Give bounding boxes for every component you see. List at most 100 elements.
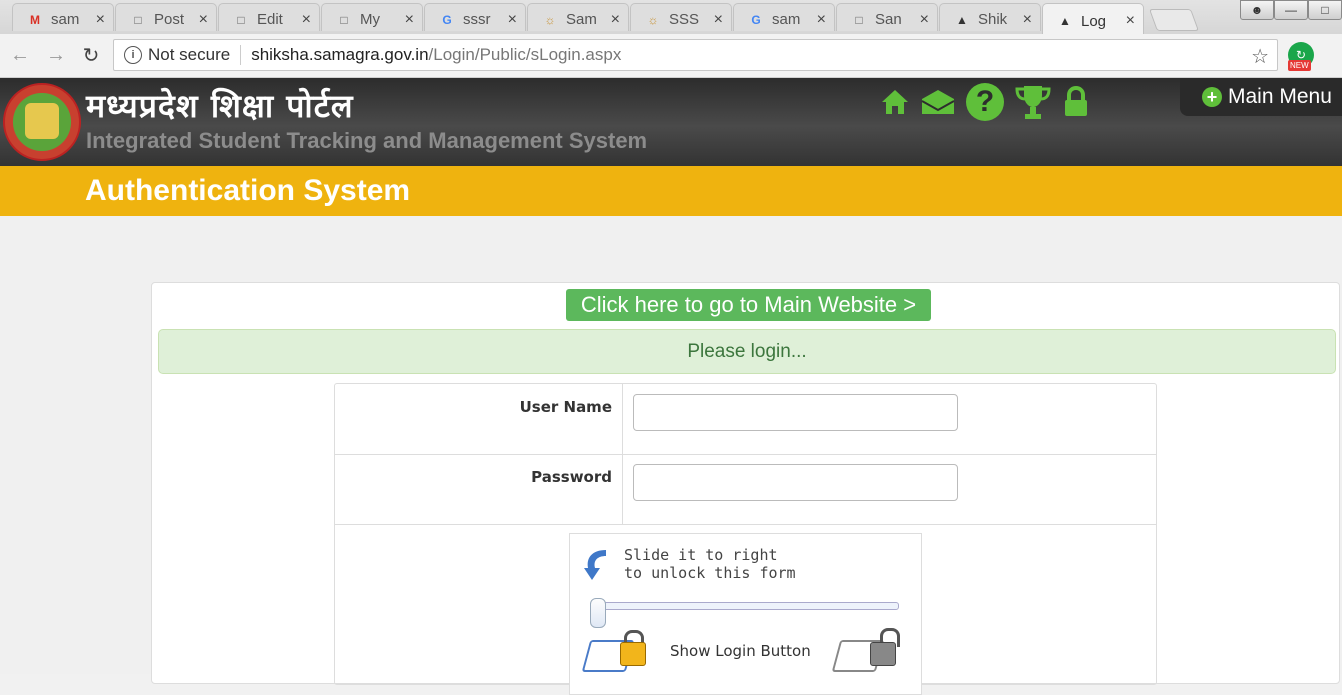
- browser-tab[interactable]: Gsam ×: [733, 3, 835, 31]
- security-label: Not secure: [148, 45, 231, 64]
- browser-tab[interactable]: □ San ×: [836, 3, 938, 31]
- username-input[interactable]: [633, 394, 958, 431]
- browser-tab[interactable]: □ Post ×: [115, 3, 217, 31]
- minimize-button[interactable]: —: [1274, 0, 1308, 20]
- mp-emblem-logo: [3, 83, 81, 161]
- tab-label: Log: [1081, 12, 1107, 30]
- login-panel: Click here to go to Main Website > Pleas…: [151, 282, 1340, 695]
- unlocked-form-icon: [831, 628, 900, 672]
- slide-to-unlock: Slide it to right to unlock this form Sh…: [569, 533, 922, 695]
- close-icon[interactable]: ×: [508, 11, 517, 29]
- login-alert: Please login...: [158, 329, 1336, 374]
- slider-line-2: to unlock this form: [624, 564, 796, 582]
- slider-instructions: Slide it to right to unlock this form: [624, 546, 796, 582]
- address-bar[interactable]: i Not secure shiksha.samagra.gov.in/Logi…: [113, 39, 1278, 71]
- username-row: User Name: [335, 384, 1156, 455]
- browser-tab[interactable]: □ Edit ×: [218, 3, 320, 31]
- close-icon[interactable]: ×: [611, 11, 620, 29]
- main-content: Click here to go to Main Website > Pleas…: [0, 216, 1342, 695]
- password-label: Password: [335, 454, 623, 524]
- info-icon[interactable]: i: [124, 46, 142, 64]
- close-icon[interactable]: ×: [1023, 11, 1032, 29]
- main-menu-button[interactable]: + Main Menu: [1180, 78, 1342, 116]
- site-header: मध्यप्रदेश शिक्षा पोर्टल Integrated Stud…: [0, 78, 1342, 166]
- tab-label: Post: [154, 11, 185, 28]
- page-icon: □: [134, 12, 142, 27]
- close-icon[interactable]: ×: [302, 11, 311, 29]
- browser-tab[interactable]: □ My ×: [321, 3, 423, 31]
- site-title: मध्यप्रदेश शिक्षा पोर्टल: [86, 87, 354, 125]
- browser-tab[interactable]: Msam ×: [12, 3, 114, 31]
- extension-new-badge: NEW: [1288, 60, 1311, 71]
- help-icon[interactable]: ?: [966, 83, 1004, 121]
- browser-tab[interactable]: ☼ Sam ×: [527, 3, 629, 31]
- close-icon[interactable]: ×: [817, 11, 826, 29]
- forward-icon[interactable]: →: [44, 43, 68, 67]
- extension-icon[interactable]: ↻ NEW: [1288, 42, 1314, 71]
- graduation-cap-icon: ▲: [1059, 14, 1071, 28]
- gmail-icon: M: [30, 12, 40, 27]
- tab-label: Shik: [978, 11, 1008, 28]
- curved-arrow-icon: [582, 546, 612, 580]
- separator: [240, 45, 242, 65]
- bookmark-star-icon[interactable]: ☆: [1251, 44, 1269, 69]
- tab-label: SSS: [669, 11, 700, 28]
- page-icon: □: [340, 12, 348, 27]
- tab-label: Edit: [257, 11, 283, 28]
- url-host: shiksha.samagra.gov.in: [251, 45, 429, 64]
- close-icon[interactable]: ×: [1126, 12, 1135, 30]
- window-controls: ☻ — □: [1240, 0, 1342, 20]
- close-icon[interactable]: ×: [405, 11, 414, 29]
- tab-label: sssr: [463, 11, 491, 28]
- browser-menu-icon[interactable]: ⋮: [1334, 44, 1342, 69]
- tab-label: My: [360, 11, 380, 28]
- maximize-button[interactable]: □: [1308, 0, 1342, 20]
- tab-label: sam: [772, 11, 801, 28]
- username-label: User Name: [335, 384, 623, 454]
- tab-list: Msam × □ Post × □ Edit × □ My × Gsssr × ☼ Sam × ☼ SSS × Gsa…: [12, 3, 1200, 34]
- close-icon[interactable]: ×: [714, 11, 723, 29]
- password-input[interactable]: [633, 464, 958, 501]
- page-icon: □: [237, 12, 245, 27]
- browser-toolbar: ← → ↻ i Not secure shiksha.samagra.gov.i…: [0, 34, 1342, 78]
- browser-tab[interactable]: ▲ Shik ×: [939, 3, 1041, 31]
- password-row: Password: [335, 454, 1156, 525]
- user-icon[interactable]: ☻: [1240, 0, 1274, 20]
- locked-form-icon: [581, 630, 648, 672]
- browser-tab[interactable]: ☼ SSS ×: [630, 3, 732, 31]
- samagra-icon: ☼: [647, 12, 659, 27]
- main-website-button[interactable]: Click here to go to Main Website >: [566, 289, 931, 321]
- header-icons: ?: [880, 83, 1090, 121]
- trophy-icon[interactable]: [1014, 83, 1052, 121]
- browser-tab[interactable]: ▲ Log ×: [1042, 3, 1144, 34]
- samagra-icon: ☼: [544, 12, 556, 27]
- slider-handle[interactable]: [590, 598, 606, 628]
- close-icon[interactable]: ×: [96, 11, 105, 29]
- browser-tab[interactable]: Gsssr ×: [424, 3, 526, 31]
- back-icon[interactable]: ←: [8, 43, 32, 67]
- show-login-label: Show Login Button: [670, 642, 811, 660]
- page-icon: □: [855, 12, 863, 27]
- home-icon[interactable]: [880, 87, 910, 117]
- new-tab-button[interactable]: [1148, 9, 1200, 31]
- mail-icon[interactable]: [920, 87, 956, 117]
- slider-line-1: Slide it to right: [624, 546, 778, 564]
- close-icon[interactable]: ×: [920, 11, 929, 29]
- site-subtitle: Integrated Student Tracking and Manageme…: [86, 128, 648, 153]
- google-icon: G: [751, 12, 761, 27]
- reload-icon[interactable]: ↻: [79, 43, 103, 67]
- browser-tab-strip: Msam × □ Post × □ Edit × □ My × Gsssr × ☼ Sam × ☼ SSS × Gsa…: [0, 0, 1342, 34]
- plus-icon: +: [1202, 87, 1222, 107]
- auth-bar: Authentication System: [0, 166, 1342, 216]
- tab-label: San: [875, 11, 902, 28]
- close-icon[interactable]: ×: [199, 11, 208, 29]
- graduation-cap-icon: ▲: [956, 12, 968, 27]
- page-title: Authentication System: [85, 174, 411, 207]
- tab-label: Sam: [566, 11, 597, 28]
- lock-icon[interactable]: [1062, 86, 1090, 118]
- google-icon: G: [442, 12, 452, 27]
- main-menu-label: Main Menu: [1228, 85, 1332, 108]
- tab-label: sam: [51, 11, 80, 28]
- url-path: /Login/Public/sLogin.aspx: [428, 45, 622, 64]
- slider-track[interactable]: [594, 602, 899, 610]
